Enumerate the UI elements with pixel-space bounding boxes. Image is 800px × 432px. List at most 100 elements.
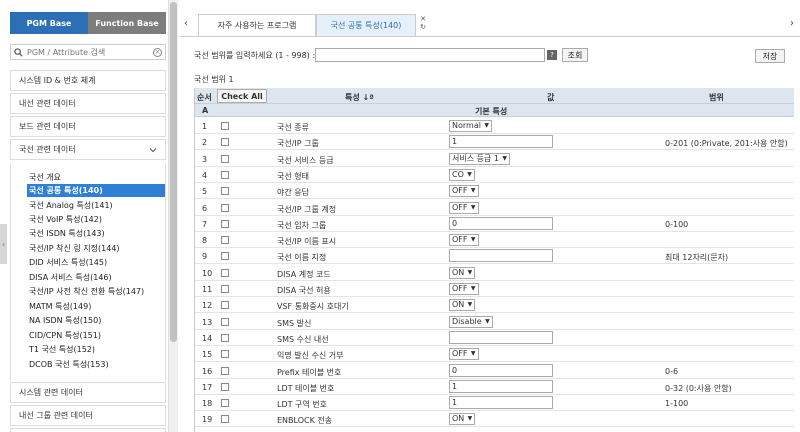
- row-checkbox[interactable]: [221, 122, 229, 130]
- value-select[interactable]: 서비스 등급 1: [449, 152, 510, 165]
- value-select[interactable]: Disable: [449, 315, 493, 328]
- chevron-down-icon: [149, 148, 157, 153]
- sidebar-scrollbar[interactable]: [168, 0, 178, 432]
- submenu-item[interactable]: DCOB 국선 특성(153): [27, 358, 109, 371]
- table-row: 16 Prefix 테이블 번호 0 0-6: [195, 363, 794, 379]
- menu-trunk-data[interactable]: 국선 관련 데이터: [10, 139, 166, 160]
- menu-extension-data[interactable]: 내선 관련 데이터: [10, 93, 166, 114]
- clear-search-icon[interactable]: ×: [153, 47, 162, 57]
- tab-scroll-right-icon[interactable]: ›: [790, 18, 794, 29]
- value-select[interactable]: OFF: [449, 185, 479, 198]
- value-select[interactable]: OFF: [449, 348, 479, 361]
- section-title: 기본 특성: [475, 107, 508, 116]
- row-checkbox[interactable]: [221, 154, 229, 163]
- check-all-button[interactable]: Check All: [217, 89, 267, 103]
- menu-system-data[interactable]: 시스템 관련 데이터: [10, 382, 166, 403]
- scrollbar-thumb[interactable]: [170, 2, 177, 342]
- tab-pgm-base[interactable]: PGM Base: [10, 12, 88, 34]
- range-input[interactable]: [315, 48, 545, 62]
- submenu-item[interactable]: 국선 VoIP 특성(142): [27, 213, 102, 226]
- table-row: 18 LDT 구역 번호 1 1-100: [195, 395, 794, 412]
- row-checkbox[interactable]: [221, 382, 229, 391]
- value-select[interactable]: ON: [449, 266, 476, 279]
- menu-board-data[interactable]: 보드 관련 데이터: [10, 116, 166, 137]
- row-checkbox[interactable]: [221, 333, 229, 342]
- row-checkbox[interactable]: [221, 268, 229, 277]
- row-checkbox[interactable]: [221, 415, 229, 424]
- value-input[interactable]: 0: [449, 363, 553, 377]
- value-select[interactable]: Normal: [449, 120, 492, 132]
- submenu-item[interactable]: MATM 특성(149): [27, 300, 91, 313]
- row-number: 14: [202, 333, 213, 343]
- feature-name: SMS 수신 내선: [277, 334, 329, 344]
- tab-favorites[interactable]: 자주 사용하는 프로그램: [198, 14, 316, 36]
- main-content: ‹ 자주 사용하는 프로그램 국선 공통 특성(140) ✕ ↻ › 국선 범위…: [180, 0, 800, 432]
- row-checkbox[interactable]: [221, 203, 229, 212]
- submenu-item[interactable]: 국선 ISDN 특성(143): [27, 227, 105, 240]
- value-input[interactable]: 0: [449, 216, 553, 230]
- value-select[interactable]: OFF: [449, 234, 479, 247]
- menu-label: 시스템 ID & 번호 체계: [19, 76, 96, 85]
- submenu-item[interactable]: T1 국선 특성(152): [27, 343, 95, 356]
- menu-extension-group-data[interactable]: 내선 그룹 관련 데이터: [10, 405, 166, 426]
- value-select[interactable]: CO: [449, 168, 475, 181]
- row-checkbox[interactable]: [221, 285, 229, 293]
- value-input[interactable]: [449, 249, 553, 263]
- help-icon[interactable]: ?: [547, 50, 557, 60]
- submenu-item-active[interactable]: 국선 공통 특성(140): [27, 184, 165, 197]
- row-checkbox[interactable]: [221, 399, 229, 408]
- value-select[interactable]: ON: [449, 299, 476, 312]
- row-checkbox[interactable]: [221, 138, 229, 147]
- close-icon[interactable]: ✕: [420, 15, 426, 23]
- tab-function-base[interactable]: Function Base: [88, 12, 166, 34]
- attributes-table: 순서 Check All 특성 ↓ª 값 범위 A 기본 특성 1 국선 종류 No…: [194, 88, 794, 432]
- trunk-submenu: 국선 개요 국선 공통 특성(140) 국선 Analog 특성(141) 국선…: [10, 163, 166, 380]
- row-checkbox[interactable]: [221, 350, 229, 359]
- value-input[interactable]: 1: [449, 135, 553, 149]
- row-checkbox[interactable]: [221, 366, 229, 375]
- feature-name: 국선 서비스 등급: [277, 155, 334, 165]
- refresh-icon[interactable]: ↻: [420, 23, 426, 31]
- value-select[interactable]: OFF: [449, 201, 479, 214]
- value-select[interactable]: ON: [449, 413, 476, 426]
- header-feature[interactable]: 특성 ↓ª: [345, 92, 374, 103]
- submenu-item[interactable]: DISA 서비스 특성(146): [27, 271, 112, 284]
- row-checkbox[interactable]: [221, 170, 229, 179]
- search-button[interactable]: 조회: [562, 48, 588, 62]
- feature-name: 국선 이름 지정: [277, 253, 327, 263]
- tab-scroll-left-icon[interactable]: ‹: [184, 18, 188, 29]
- feature-name: LDT 테이블 번호: [277, 383, 335, 393]
- tab-bar: ‹ 자주 사용하는 프로그램 국선 공통 특성(140) ✕ ↻ ›: [180, 14, 800, 36]
- save-button[interactable]: 저장: [755, 49, 785, 63]
- value-input[interactable]: [449, 330, 553, 344]
- menu-label: 보드 관련 데이터: [19, 122, 76, 131]
- feature-name: Prefix 테이블 번호: [277, 367, 342, 377]
- row-checkbox[interactable]: [221, 317, 229, 326]
- row-checkbox[interactable]: [221, 236, 229, 245]
- submenu-item[interactable]: 국선/IP 사전 착신 전환 특성(147): [27, 285, 144, 298]
- row-number: 11: [202, 285, 213, 294]
- row-checkbox[interactable]: [221, 219, 229, 228]
- submenu-item[interactable]: CID/CPN 특성(151): [27, 329, 101, 342]
- value-input[interactable]: 1: [449, 379, 553, 393]
- collapse-sidebar-handle[interactable]: ‹: [0, 224, 7, 264]
- submenu-item[interactable]: DID 서비스 특성(145): [27, 256, 107, 269]
- search-input[interactable]: [27, 47, 153, 57]
- table-row: 14 SMS 수신 내선: [195, 330, 794, 346]
- row-checkbox[interactable]: [221, 301, 229, 310]
- submenu-item[interactable]: 국선 개요: [27, 171, 61, 184]
- menu-system-id[interactable]: 시스템 ID & 번호 체계: [10, 70, 166, 91]
- header-value: 값: [547, 93, 555, 102]
- feature-name: 국선/IP 그룹 계정: [277, 204, 337, 214]
- row-checkbox[interactable]: [221, 252, 229, 261]
- tab-trunk-common[interactable]: 국선 공통 특성(140): [316, 14, 416, 36]
- row-checkbox[interactable]: [221, 187, 229, 196]
- menu-next[interactable]: [10, 428, 166, 432]
- value-input[interactable]: 1: [449, 396, 553, 410]
- value-select[interactable]: OFF: [449, 283, 479, 295]
- submenu-item[interactable]: 국선 Analog 특성(141): [27, 199, 113, 212]
- feature-name: 국선 형태: [277, 171, 309, 181]
- table-row: 2 국선/IP 그룹 1 0-201 (0:Private, 201:사용 안함): [195, 134, 794, 151]
- submenu-item[interactable]: NA ISDN 특성(150): [27, 314, 101, 327]
- submenu-item[interactable]: 국선/IP 착신 링 지정(144): [27, 242, 120, 255]
